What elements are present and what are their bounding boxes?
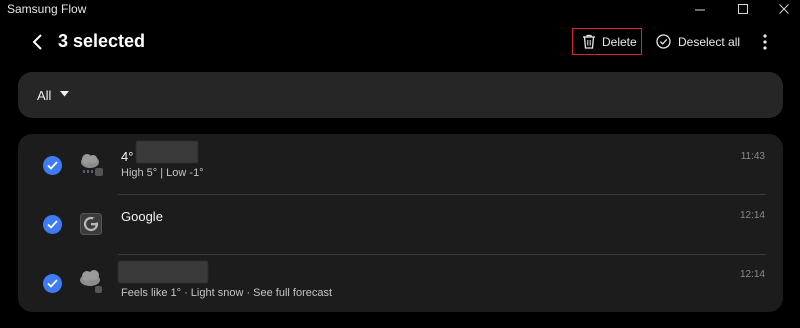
google-icon [78, 211, 104, 237]
notification-title: Google [121, 209, 163, 224]
caret-down-icon [60, 91, 69, 97]
checkmark-icon [47, 220, 58, 229]
notification-subtitle: Feels like 1° · Light snow · See full fo… [121, 287, 333, 299]
notification-time: 12:14 [739, 269, 765, 280]
delete-label: Delete [602, 34, 637, 49]
app-title: Samsung Flow [7, 2, 87, 16]
selected-check-icon[interactable] [43, 215, 62, 234]
notification-title: 4° [121, 149, 134, 164]
redacted-text [136, 141, 198, 163]
back-button[interactable] [28, 30, 48, 54]
more-vertical-icon [763, 34, 767, 50]
filter-selected-value: All [37, 88, 52, 103]
selection-count-title: 3 selected [58, 31, 146, 51]
list-item[interactable]: 4° High 5° | Low -1° 11:43 [18, 134, 783, 194]
notification-subtitle: High 5° | Low -1° [121, 167, 204, 179]
deselect-all-button[interactable]: Deselect all [656, 28, 740, 55]
more-options-button[interactable] [756, 30, 774, 54]
selection-header: 3 selected Delete Deselect all [0, 22, 800, 62]
trash-icon [583, 34, 595, 49]
check-circle-icon [656, 34, 671, 49]
deselect-label: Deselect all [678, 34, 741, 49]
selected-check-icon[interactable] [43, 274, 62, 293]
list-item[interactable]: Feels like 1° · Light snow · See full fo… [18, 255, 783, 312]
chevron-left-icon [32, 34, 42, 50]
weather-cloud-icon [78, 267, 104, 293]
weather-snow-icon [78, 151, 104, 177]
minimize-icon [694, 9, 705, 11]
close-button[interactable] [768, 0, 800, 18]
checkmark-icon [47, 161, 58, 170]
cloud-graphic [80, 270, 102, 293]
notification-time: 12:14 [739, 210, 765, 221]
maximize-button[interactable] [727, 0, 759, 18]
redacted-text [118, 261, 208, 283]
maximize-icon [737, 3, 748, 14]
close-icon [778, 3, 789, 14]
selected-check-icon[interactable] [43, 156, 62, 175]
weather-snow-graphic [81, 154, 103, 176]
delete-button[interactable]: Delete [572, 28, 642, 55]
minimize-button[interactable] [684, 0, 716, 18]
notification-list: 4° High 5° | Low -1° 11:43 Google 12:14 [18, 134, 783, 312]
filter-dropdown[interactable]: All [18, 72, 783, 118]
google-logo [80, 213, 102, 235]
list-item[interactable]: Google 12:14 [18, 195, 783, 255]
checkmark-icon [47, 279, 58, 288]
title-bar: Samsung Flow [0, 0, 800, 18]
notification-time: 11:43 [740, 151, 765, 162]
